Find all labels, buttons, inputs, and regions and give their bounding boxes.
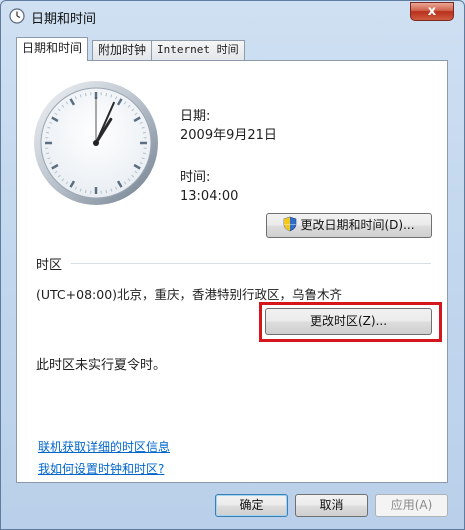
apply-button[interactable]: 应用(A) [375, 494, 448, 517]
change-date-time-button[interactable]: 更改日期和时间(D)... [266, 213, 432, 238]
tab-additional-clocks[interactable]: 附加时钟 [92, 40, 153, 60]
timezone-divider [71, 263, 431, 264]
clock-settings-icon [9, 8, 25, 24]
tab-internet-time-label: Internet 时间 [157, 43, 239, 56]
change-timezone-button[interactable]: 更改时区(Z)... [265, 308, 432, 335]
apply-label: 应用(A) [390, 498, 433, 512]
analog-clock [34, 81, 158, 205]
cancel-button[interactable]: 取消 [295, 494, 368, 517]
title-bar[interactable]: 日期和时间 x [1, 1, 464, 31]
date-label: 日期: [180, 109, 211, 124]
time-label: 时间: [180, 170, 211, 185]
close-icon: x [427, 4, 437, 19]
clock-minute-tick [105, 189, 108, 193]
window-title: 日期和时间 [31, 12, 97, 27]
change-timezone-label: 更改时区(Z)... [309, 314, 388, 328]
tab-date-time[interactable]: 日期和时间 [16, 37, 89, 61]
ok-label: 确定 [239, 498, 264, 512]
clock-minute-tick [142, 131, 146, 134]
clock-minute-tick [84, 189, 87, 193]
change-date-time-label: 更改日期和时间(D)... [300, 218, 415, 232]
clock-minute-tick [142, 152, 146, 155]
cancel-label: 取消 [319, 498, 344, 512]
tab-date-time-label: 日期和时间 [22, 41, 83, 55]
timezone-heading: 时区 [36, 258, 63, 273]
clock-minute-tick [46, 152, 50, 155]
clock-minute-tick [46, 131, 50, 134]
uac-shield-icon [284, 216, 297, 232]
time-value: 13:04:00 [180, 189, 239, 204]
tab-internet-time[interactable]: Internet 时间 [151, 40, 245, 60]
dialog-window: 日期和时间 x 日期和时间 附加时钟 Internet 时间 日期: 2009年… [0, 0, 465, 530]
dst-note: 此时区未实行夏令时。 [36, 358, 167, 373]
close-button[interactable]: x [410, 2, 454, 21]
clock-minute-tick [84, 93, 87, 97]
date-value: 2009年9月21日 [180, 128, 277, 143]
timezone-value: (UTC+08:00)北京，重庆，香港特别行政区，乌鲁木齐 [36, 287, 343, 302]
tab-additional-clocks-label: 附加时钟 [98, 43, 147, 57]
ok-button[interactable]: 确定 [215, 494, 288, 517]
online-timezone-info-link[interactable]: 联机获取详细的时区信息 [38, 438, 170, 455]
how-to-set-clock-link[interactable]: 我如何设置时钟和时区? [38, 460, 164, 477]
clock-minute-tick [105, 93, 108, 97]
